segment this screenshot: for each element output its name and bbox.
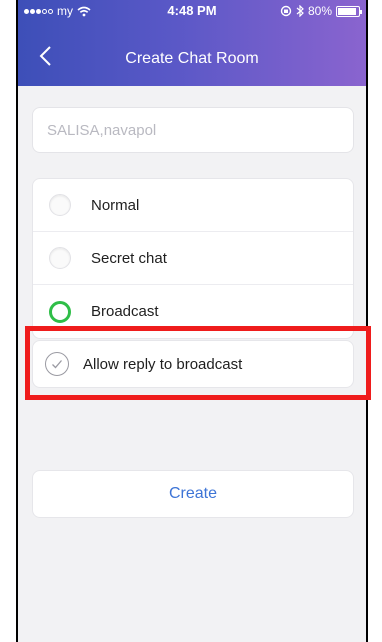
checkmark-circle-icon — [45, 352, 69, 376]
header: my 4:48 PM 80% Create Chat Room — [18, 0, 366, 86]
allow-reply-checkbox[interactable]: Allow reply to broadcast — [32, 340, 354, 388]
navigation-bar: Create Chat Room — [18, 38, 366, 78]
status-bar: my 4:48 PM 80% — [18, 0, 366, 22]
radio-selected-icon — [49, 300, 71, 323]
allow-reply-label: Allow reply to broadcast — [83, 355, 243, 373]
create-button[interactable]: Create — [32, 470, 354, 518]
option-label: Secret chat — [91, 249, 167, 267]
option-label: Broadcast — [91, 303, 159, 320]
members-input[interactable]: SALISA,navapol — [32, 107, 354, 153]
battery-icon — [336, 5, 362, 17]
room-type-options: Normal Secret chat Broadcast — [32, 178, 354, 339]
orientation-lock-icon — [280, 5, 292, 17]
battery-percent: 80% — [307, 4, 332, 18]
phone-screen: my 4:48 PM 80% Create Chat Room SALISA,n… — [16, 0, 368, 642]
option-normal[interactable]: Normal — [33, 179, 353, 232]
page-title: Create Chat Room — [125, 50, 259, 67]
status-right: 80% — [280, 4, 362, 18]
option-label: Normal — [91, 196, 140, 214]
radio-icon — [49, 247, 71, 269]
option-broadcast[interactable]: Broadcast — [33, 285, 353, 338]
radio-icon — [49, 194, 71, 216]
bluetooth-icon — [296, 5, 304, 17]
option-secret-chat[interactable]: Secret chat — [33, 232, 353, 285]
